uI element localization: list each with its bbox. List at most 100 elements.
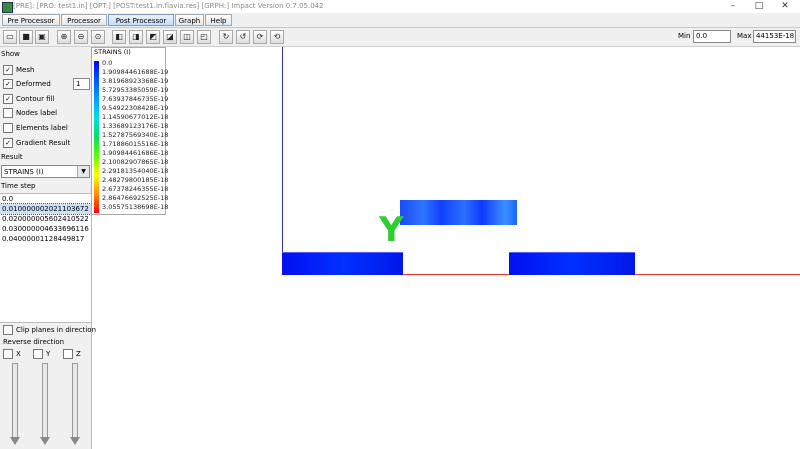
legend-value: 9.54922308428E-19 xyxy=(102,104,169,112)
menu-post-processor[interactable]: Post Processor xyxy=(108,14,174,26)
clip-z-slider-thumb[interactable] xyxy=(70,437,80,445)
deformed-option[interactable]: ✓ Deformed xyxy=(3,79,51,91)
nodes-label-option[interactable]: Nodes label xyxy=(3,108,57,120)
mesh-label: Mesh xyxy=(16,66,35,74)
timestep-list[interactable]: 0.0 0.010000002021103672 0.0200000056024… xyxy=(0,193,92,323)
zoom-in-icon[interactable]: ⊕ xyxy=(57,30,71,44)
save-icon[interactable]: ■ xyxy=(19,30,33,44)
min-label: Min xyxy=(678,32,691,40)
axis-y-label: Y xyxy=(46,350,51,358)
zoom-fit-icon[interactable]: ⊙ xyxy=(91,30,105,44)
max-input[interactable]: 44153E-18 xyxy=(753,30,796,43)
menu-help[interactable]: Help xyxy=(205,14,232,26)
elements-label-checkbox[interactable] xyxy=(3,123,13,133)
legend-value: 1.71886015516E-18 xyxy=(102,140,169,148)
max-label: Max xyxy=(737,32,752,40)
mesh-block-left xyxy=(282,252,403,275)
result-header: Result xyxy=(1,153,23,161)
legend-gradient-bar xyxy=(94,61,99,213)
result-select[interactable]: STRAINS (I) ▼ xyxy=(1,165,90,178)
close-button[interactable]: ✕ xyxy=(772,0,798,13)
deformed-label: Deformed xyxy=(16,80,51,88)
chevron-down-icon[interactable]: ▼ xyxy=(77,166,89,177)
deformed-scale-input[interactable]: 1 xyxy=(73,78,90,90)
reset-view-icon[interactable]: ⟲ xyxy=(270,30,284,44)
reverse-x-checkbox[interactable] xyxy=(3,349,13,359)
menu-bar: Pre Processor Processor Post Processor G… xyxy=(0,13,800,28)
save-as-icon[interactable]: ▣ xyxy=(35,30,49,44)
zoom-out-icon[interactable]: ⊖ xyxy=(74,30,88,44)
legend-value: 2.29181354040E-18 xyxy=(102,167,169,175)
mesh-checkbox[interactable]: ✓ xyxy=(3,65,13,75)
clip-x-slider[interactable] xyxy=(12,363,18,441)
clip-planes-option[interactable]: Clip planes in direction xyxy=(3,325,96,337)
gradient-checkbox[interactable]: ✓ xyxy=(3,138,13,148)
open-icon[interactable]: ▭ xyxy=(3,30,17,44)
menu-pre-processor[interactable]: Pre Processor xyxy=(2,14,60,26)
list-item[interactable]: 0.010000002021103672 xyxy=(0,203,92,215)
contour-option[interactable]: ✓ Contour fill xyxy=(3,94,54,106)
axis-z-label: Z xyxy=(76,350,81,358)
legend-value: 7.63937846735E-19 xyxy=(102,95,169,103)
contour-checkbox[interactable]: ✓ xyxy=(3,94,13,104)
legend-value: 5.72953385059E-19 xyxy=(102,86,169,94)
legend-value: 3.81968923368E-19 xyxy=(102,77,169,85)
reverse-x-option[interactable]: X xyxy=(3,349,21,359)
minimize-button[interactable]: – xyxy=(720,0,746,13)
rotate-y-icon[interactable]: ↺ xyxy=(236,30,250,44)
maximize-button[interactable]: □ xyxy=(746,0,772,13)
list-item[interactable]: 0.030000004633696116 xyxy=(0,224,91,234)
nodes-label-text: Nodes label xyxy=(16,109,58,117)
view-left-icon[interactable]: ◩ xyxy=(146,30,160,44)
legend-value: 1.90984461686E-18 xyxy=(102,149,169,157)
legend-value: 2.10082907865E-18 xyxy=(102,158,169,166)
legend-value: 3.05575138698E-18 xyxy=(102,203,169,211)
view-right-icon[interactable]: ◪ xyxy=(163,30,177,44)
timestep-header: Time step xyxy=(1,182,36,190)
clip-z-slider[interactable] xyxy=(72,363,78,441)
legend-value: 1.14590677012E-18 xyxy=(102,113,169,121)
menu-graph[interactable]: Graph xyxy=(175,14,204,26)
view-front-icon[interactable]: ◧ xyxy=(112,30,126,44)
title-bar: [PRE]: [PRO: test1.in] [OPT:] [POST:test… xyxy=(0,0,800,14)
legend-title: STRAINS (I) xyxy=(94,48,131,56)
window-title: [PRE]: [PRO: test1.in] [OPT:] [POST:test… xyxy=(13,2,324,10)
min-input[interactable]: 0.0 xyxy=(693,30,731,43)
rotate-z-icon[interactable]: ⟳ xyxy=(253,30,267,44)
mesh-block-impactor xyxy=(400,200,517,225)
toolbar: ▭ ■ ▣ ⊕ ⊖ ⊙ ◧ ◨ ◩ ◪ ◫ ◰ ↻ ↺ ⟳ ⟲ Min 0.0 … xyxy=(0,28,800,47)
show-header: Show xyxy=(1,50,20,58)
gradient-option[interactable]: ✓ Gradient Result xyxy=(3,138,70,150)
reverse-y-checkbox[interactable] xyxy=(33,349,43,359)
clip-x-slider-thumb[interactable] xyxy=(10,437,20,445)
clip-y-slider[interactable] xyxy=(42,363,48,441)
reverse-y-option[interactable]: Y xyxy=(33,349,50,359)
3d-viewport[interactable] xyxy=(166,47,800,449)
nodes-label-checkbox[interactable] xyxy=(3,108,13,118)
legend-value: 2.86476692525E-18 xyxy=(102,194,169,202)
reverse-direction-header: Reverse direction xyxy=(3,338,65,346)
reverse-z-option[interactable]: Z xyxy=(63,349,81,359)
deformed-checkbox[interactable]: ✓ xyxy=(3,79,13,89)
view-bottom-icon[interactable]: ◰ xyxy=(197,30,211,44)
view-top-icon[interactable]: ◫ xyxy=(180,30,194,44)
color-legend: STRAINS (I) 0.0 1.90984461688E-19 3.8196… xyxy=(91,47,169,215)
contour-label: Contour fill xyxy=(16,95,55,103)
clip-planes-checkbox[interactable] xyxy=(3,325,13,335)
app-icon xyxy=(2,2,13,13)
axis-x-label: X xyxy=(16,350,21,358)
list-item[interactable]: 0.04000001128449817 xyxy=(0,234,91,244)
mesh-option[interactable]: ✓ Mesh xyxy=(3,65,34,77)
view-back-icon[interactable]: ◨ xyxy=(129,30,143,44)
clip-y-slider-thumb[interactable] xyxy=(40,437,50,445)
clip-planes-label: Clip planes in direction xyxy=(16,326,97,334)
elements-label-option[interactable]: Elements label xyxy=(3,123,68,135)
reverse-z-checkbox[interactable] xyxy=(63,349,73,359)
menu-processor[interactable]: Processor xyxy=(61,14,107,26)
list-item[interactable]: 0.0 xyxy=(0,194,91,204)
elements-label-text: Elements label xyxy=(16,124,68,132)
gradient-label: Gradient Result xyxy=(16,139,71,147)
list-item[interactable]: 0.020000005602410522 xyxy=(0,214,91,224)
y-axis-label: Y xyxy=(379,210,404,250)
rotate-x-icon[interactable]: ↻ xyxy=(219,30,233,44)
